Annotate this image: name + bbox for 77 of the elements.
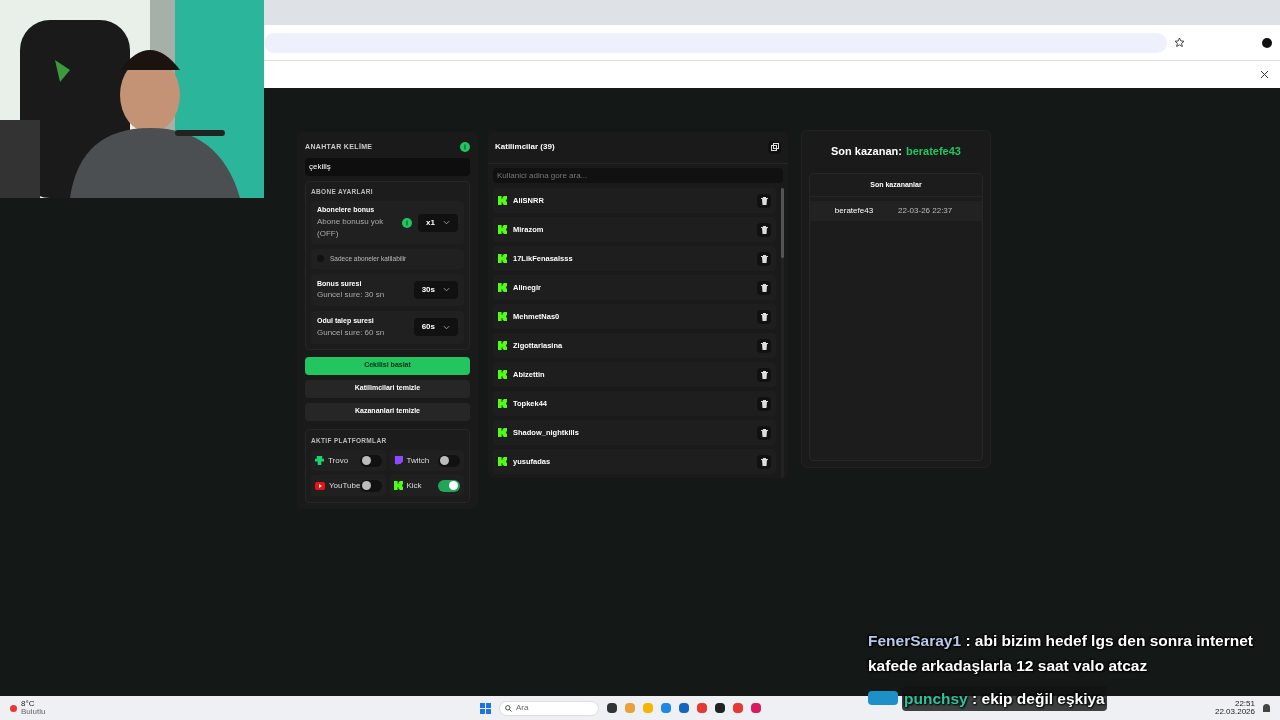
platform-name: Kick	[406, 479, 422, 492]
delete-button[interactable]	[757, 222, 771, 237]
k-logo-icon	[498, 283, 507, 292]
platform-name: YouTube	[329, 479, 361, 492]
table-cell-text: beratefe43	[833, 205, 875, 217]
platform-name: Trovo	[328, 454, 349, 467]
copy-button[interactable]	[768, 141, 781, 154]
chat-message: FenerSaray1 : abi bizim hedef lgs den sonra internet kafede arkadaşlarla 12 saat valo atcaz	[868, 631, 1255, 676]
trash-icon	[760, 457, 768, 466]
star-icon	[1175, 38, 1184, 47]
dropdown[interactable]: x1	[418, 213, 458, 232]
copy-icon	[770, 143, 779, 152]
chevron-down-icon	[443, 220, 450, 225]
k-logo-icon	[498, 370, 507, 379]
search-field[interactable]: Kullanici adina gore ara...	[493, 168, 783, 183]
toggle-switch[interactable]	[438, 454, 460, 467]
chevron-down-icon	[443, 287, 450, 293]
clock-time: 22:51	[1234, 700, 1255, 708]
setting-subtitle: Guncel sure: 60 sn	[317, 326, 385, 339]
windows-icon[interactable]	[480, 702, 491, 714]
toggle-switch[interactable]	[359, 454, 382, 467]
close-icon[interactable]	[1261, 71, 1268, 78]
taskbar-search-field[interactable]: Ara	[499, 700, 599, 716]
k-logo-icon	[498, 196, 507, 205]
play-logo-icon	[315, 481, 325, 490]
delete-button[interactable]	[757, 280, 771, 295]
delete-button[interactable]	[757, 396, 771, 411]
platform-name: Twitch	[406, 454, 430, 467]
dropdown[interactable]: 60s	[413, 318, 458, 337]
trash-icon	[760, 196, 768, 205]
trash-icon	[760, 225, 768, 234]
panel-title: Katilimcilar (39)	[495, 141, 555, 154]
setting-subtitle: Guncel sure: 30 sn	[317, 289, 385, 301]
k-logo-icon	[498, 341, 507, 350]
delete-button[interactable]	[757, 193, 771, 208]
delete-button[interactable]	[757, 309, 771, 324]
toggle-switch[interactable]	[438, 479, 460, 492]
t-logo-icon	[315, 456, 324, 466]
trash-icon	[760, 341, 768, 350]
table-cell: 22-03-26 22:37	[898, 205, 953, 217]
info-icon	[460, 142, 470, 153]
delete-button[interactable]	[757, 425, 771, 440]
trash-icon	[760, 312, 768, 321]
trash-icon	[760, 428, 768, 437]
delete-button[interactable]	[757, 338, 771, 353]
trash-icon	[760, 399, 768, 408]
setting-subtitle: Abone bonusu yok (OFF)	[317, 215, 385, 240]
chat-logo-icon	[393, 456, 403, 466]
k-logo-icon	[498, 254, 507, 263]
k-logo-icon	[498, 312, 507, 321]
k-logo-icon	[498, 225, 507, 234]
winner-label: Son kazanan:	[831, 144, 902, 159]
delete-button[interactable]	[757, 367, 771, 382]
k-logo-icon	[498, 399, 507, 408]
keyword-field[interactable]: çekiliş	[305, 157, 470, 176]
search-placeholder: Ara	[516, 702, 529, 714]
clock-date: 22.03.2026	[1214, 708, 1255, 716]
notification-icon	[1263, 704, 1270, 712]
weather-temp: 8°C	[21, 700, 36, 708]
dropdown[interactable]: 30s	[413, 280, 458, 299]
delete-button[interactable]	[757, 454, 771, 469]
winner-name: beratefe43	[905, 144, 961, 159]
chat-message: punchsy : ekip değil eşkiya	[902, 686, 1107, 711]
trash-icon	[760, 283, 768, 292]
info-icon	[402, 217, 413, 228]
toggle-switch[interactable]	[360, 479, 382, 492]
chevron-down-icon	[443, 324, 450, 330]
search-icon	[505, 704, 512, 712]
trash-icon	[760, 370, 768, 379]
avatar-icon	[1262, 37, 1272, 48]
weather-icon	[10, 704, 17, 712]
weather-text: Bulutlu	[21, 708, 46, 716]
delete-button[interactable]	[757, 251, 771, 266]
k-logo-icon	[498, 457, 507, 466]
k-logo-icon	[393, 481, 403, 491]
trash-icon	[760, 254, 768, 263]
k-logo-icon	[498, 428, 507, 437]
